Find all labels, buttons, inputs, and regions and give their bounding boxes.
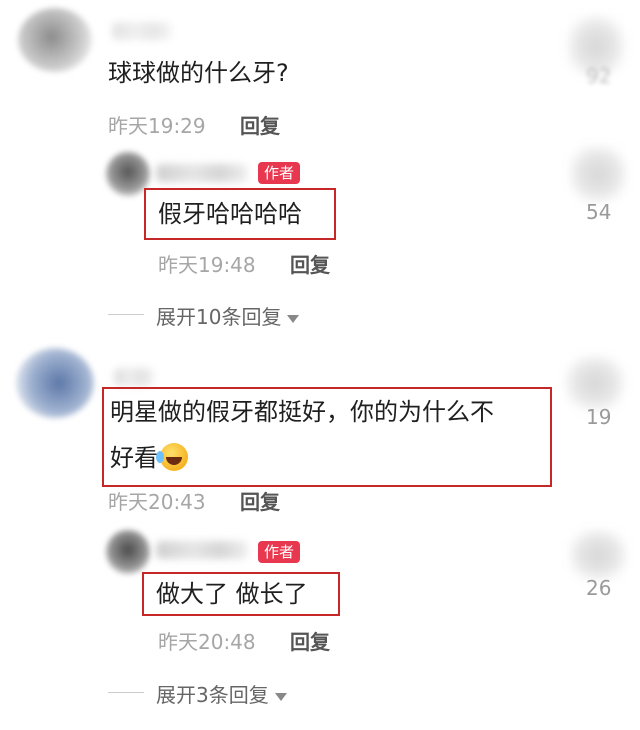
like-count: 92 — [586, 64, 612, 88]
caret-down-icon — [287, 314, 300, 323]
reply-time: 昨天19:48 — [158, 253, 256, 277]
expand-label: 展开10条回复 — [156, 305, 282, 329]
like-count: 26 — [586, 576, 612, 600]
expand-replies-button[interactable]: 展开10条回复 — [156, 301, 300, 330]
username-blurred[interactable] — [156, 164, 248, 182]
reply-button[interactable]: 回复 — [290, 626, 330, 655]
reply-button[interactable]: 回复 — [290, 249, 330, 278]
comment-time: 昨天20:43 — [108, 490, 206, 514]
username-blurred[interactable] — [112, 22, 172, 40]
like-icon[interactable] — [570, 146, 626, 202]
like-icon[interactable] — [570, 530, 626, 580]
comment-text-line-2-text: 好看 — [110, 444, 158, 472]
username-blurred[interactable] — [156, 541, 248, 559]
username-blurred[interactable] — [114, 368, 154, 386]
like-count: 19 — [586, 405, 612, 429]
reply-text: 假牙哈哈哈哈 — [158, 200, 302, 228]
laughing-crying-emoji-icon — [156, 443, 188, 471]
divider — [108, 692, 144, 693]
like-count: 54 — [586, 200, 612, 224]
avatar[interactable] — [18, 8, 92, 72]
comment-text: 球球做的什么牙? — [108, 59, 289, 87]
reply-button[interactable]: 回复 — [240, 486, 280, 515]
avatar[interactable] — [16, 348, 94, 418]
expand-label: 展开3条回复 — [156, 683, 269, 707]
reply-button[interactable]: 回复 — [240, 110, 280, 139]
avatar[interactable] — [106, 530, 150, 574]
like-icon[interactable] — [566, 356, 624, 410]
divider — [108, 314, 144, 315]
comment-time: 昨天19:29 — [108, 114, 206, 138]
comment-text: 明星做的假牙都挺好，你的为什么不 好看 — [110, 389, 540, 481]
expand-replies-button[interactable]: 展开3条回复 — [156, 679, 287, 708]
author-badge: 作者 — [258, 162, 301, 184]
comment-text-line-2: 好看 — [110, 435, 540, 481]
author-badge: 作者 — [258, 541, 301, 563]
reply-text: 做大了 做长了 — [156, 580, 308, 608]
caret-down-icon — [274, 692, 287, 701]
reply-time: 昨天20:48 — [158, 630, 256, 654]
comment-text-line-1: 明星做的假牙都挺好，你的为什么不 — [110, 398, 494, 426]
